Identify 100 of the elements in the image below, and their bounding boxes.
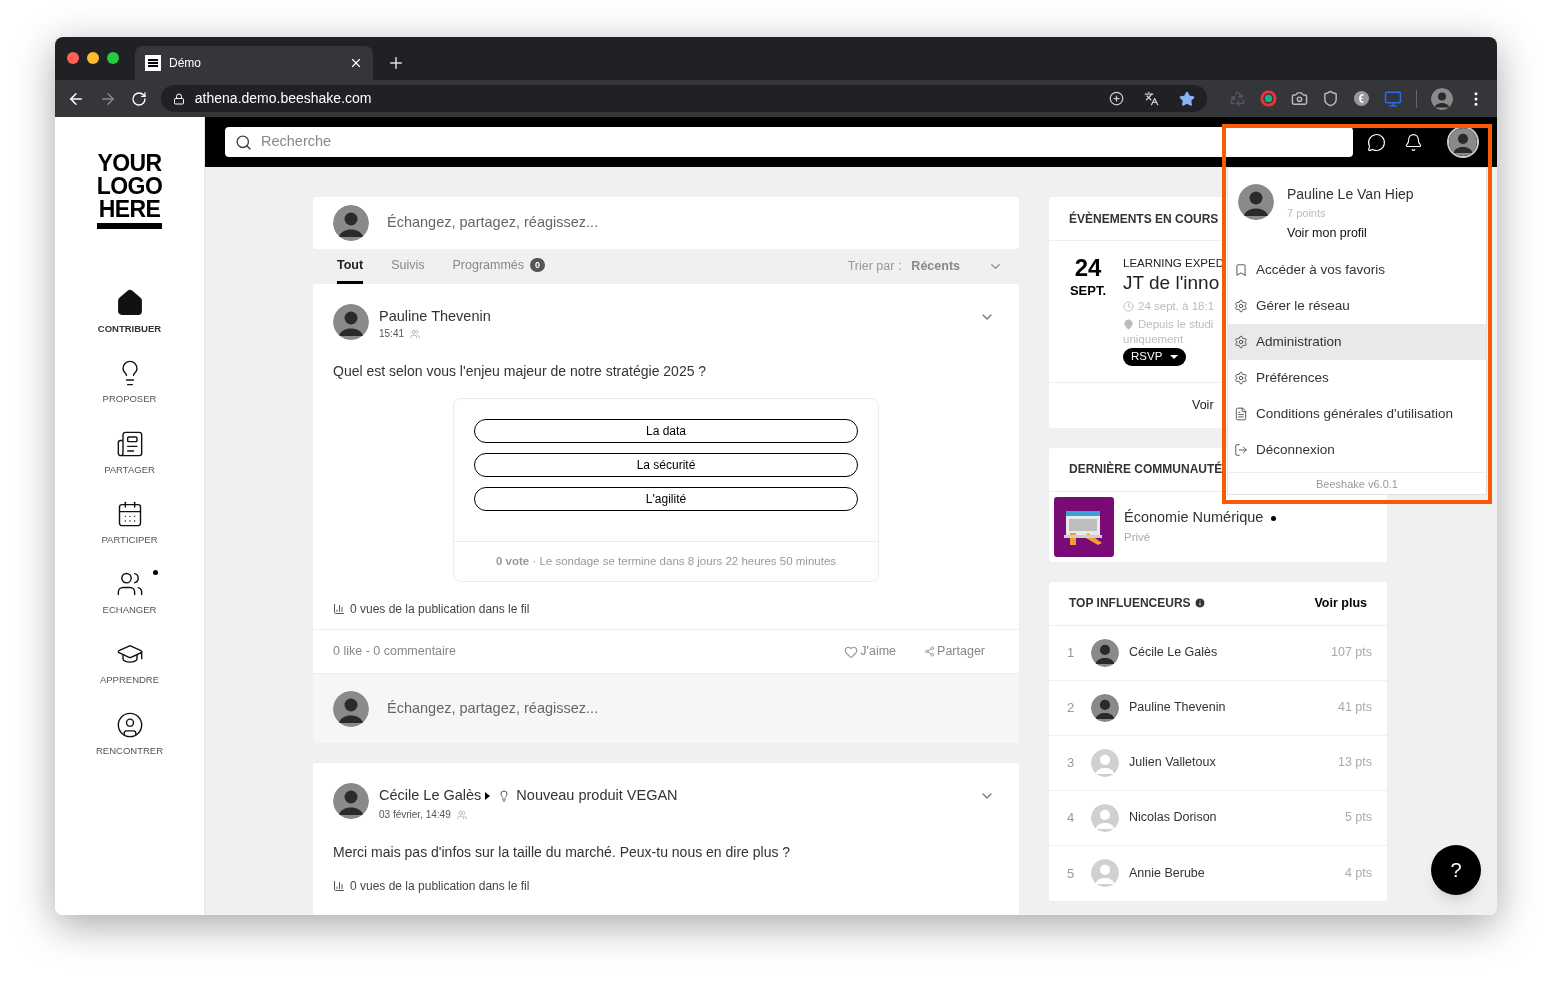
author-name[interactable]: Pauline Thevenin (379, 306, 969, 327)
influencer-name[interactable]: Pauline Thevenin (1129, 698, 1338, 718)
monitor-icon[interactable] (1384, 89, 1402, 108)
gear-icon (1234, 335, 1248, 350)
rank-number: 5 (1067, 864, 1076, 883)
rsvp-button[interactable]: RSVP (1123, 347, 1187, 366)
logout-icon (1234, 443, 1248, 458)
influencer-name[interactable]: Cécile Le Galès (1129, 643, 1331, 663)
search-icon (235, 133, 252, 151)
document-icon (115, 429, 144, 458)
menu-item[interactable]: Administration (1228, 324, 1486, 361)
search-field[interactable]: Recherche (225, 127, 1353, 157)
lock-icon (172, 92, 185, 105)
event-time: 24 sept. à 18:1 (1138, 299, 1215, 315)
avatar (1091, 693, 1119, 722)
avatar (1091, 859, 1119, 888)
gear-icon (1234, 371, 1248, 386)
post-text: Merci mais pas d'infos sur la taille du marché. Peux-tu nous en dire plus ? (332, 843, 792, 862)
post-stats: 0 like - 0 commentaire (333, 643, 457, 661)
avatar (1091, 638, 1119, 667)
nav-item[interactable]: CONTRIBUER (79, 289, 180, 337)
feed-tab[interactable]: Programmés 0 (452, 249, 546, 285)
browser-tab[interactable]: Démo (135, 46, 373, 80)
share-button[interactable]: Partager (924, 642, 985, 662)
gear-icon (1234, 299, 1248, 314)
reload-icon[interactable] (130, 90, 147, 107)
bar-chart-icon (333, 603, 345, 616)
bell-icon[interactable] (1404, 132, 1423, 152)
avatar (1091, 803, 1119, 832)
heart-icon (844, 644, 859, 659)
people-icon (115, 570, 144, 598)
profile-avatar (1449, 128, 1477, 156)
clock-icon (1123, 301, 1134, 313)
bookmark-icon (1234, 263, 1248, 278)
nav-item[interactable]: RENCONTRER (79, 710, 180, 758)
composer-card[interactable]: Échangez, partagez, réagissez... (313, 197, 1019, 250)
event-title[interactable]: JT de l'inno (1123, 272, 1224, 295)
view-count: 0 vues de la publication dans le fil (350, 878, 530, 895)
nav-item[interactable]: PROPOSER (79, 359, 180, 407)
favicon-icon (145, 55, 161, 71)
house-icon (115, 289, 144, 317)
event-month: SEPT. (1069, 282, 1107, 300)
people-icon (410, 328, 421, 339)
see-more-link[interactable]: Voir plus (1314, 593, 1367, 613)
location-pin-icon (1123, 318, 1134, 330)
card-title: TOP INFLUENCEURS (1069, 595, 1191, 613)
caret-down-icon (1170, 354, 1179, 359)
user-points: 7 points (1287, 206, 1327, 221)
document-icon (1234, 407, 1248, 422)
rank-number: 2 (1067, 699, 1076, 717)
ring-icon[interactable] (1260, 90, 1277, 107)
post-time: 15:41 (379, 327, 405, 342)
chat-icon[interactable] (1367, 132, 1386, 152)
comment-bar[interactable]: Échangez, partagez, réagissez... (313, 673, 1019, 744)
event-place: uniquement (1123, 332, 1185, 346)
influencer-name[interactable]: Julien Valletoux (1129, 753, 1338, 773)
camera-icon[interactable] (1291, 90, 1308, 107)
community-name[interactable]: Économie Numérique (1124, 507, 1264, 529)
profile-link[interactable]: Voir mon profil (1287, 223, 1414, 243)
version-text: Beeshake v6.0.1 (1316, 476, 1398, 492)
avatar (1238, 184, 1274, 220)
poll-status: 0 vote · Le sondage se termine dans 8 jours 22 heures 50 minutes (495, 554, 837, 570)
close-icon[interactable] (349, 56, 363, 70)
influencer-name[interactable]: Annie Berube (1129, 863, 1345, 883)
url-text: athena.demo.beeshake.com (194, 89, 373, 108)
tab-title: Démo (169, 55, 202, 72)
logo: YOUR LOGO HERE (96, 152, 163, 229)
rank-number: 1 (1067, 644, 1076, 662)
star-icon[interactable] (1179, 90, 1195, 107)
post-topic[interactable]: Nouveau produit VEGAN (516, 785, 678, 807)
avatar (333, 304, 369, 341)
avatar (333, 690, 369, 727)
composer-field[interactable]: Échangez, partagez, réagissez... (387, 212, 999, 234)
lightbulb-icon (498, 790, 511, 803)
sort-label: Trier par : (847, 258, 902, 276)
shield-icon[interactable] (1322, 90, 1339, 107)
translate-icon[interactable] (1144, 91, 1159, 106)
info-icon[interactable] (1193, 597, 1206, 610)
points-text: 4 pts (1344, 864, 1372, 882)
comment-field[interactable]: Échangez, partagez, réagissez... (387, 697, 999, 720)
person-circle-icon (115, 710, 144, 739)
address-bar[interactable]: athena.demo.beeshake.com (160, 85, 1207, 112)
author-name[interactable]: Cécile Le Galès (379, 785, 482, 807)
count-badge: 0 (530, 258, 546, 273)
letter-circle-icon[interactable] (1353, 90, 1370, 107)
nav-item[interactable]: APPRENDRE (79, 640, 180, 688)
nav-item[interactable]: PARTICIPER (79, 499, 180, 547)
share-icon (924, 646, 936, 658)
people-icon (456, 809, 467, 820)
influencer-name[interactable]: Nicolas Dorison (1129, 808, 1345, 828)
nav-item[interactable]: PARTAGER (79, 429, 180, 477)
points-text: 13 pts (1337, 754, 1372, 772)
card-title: ÉVÈNEMENTS EN COURS (1069, 210, 1219, 228)
points-text: 41 pts (1337, 699, 1372, 717)
plus-circle-icon[interactable] (1109, 91, 1124, 106)
like-button[interactable]: J'aime (844, 642, 897, 662)
new-tab-icon[interactable] (387, 54, 405, 72)
see-link[interactable]: Voir (1192, 395, 1214, 415)
nav-item[interactable]: ECHANGER (79, 570, 180, 618)
avatar (333, 783, 369, 820)
